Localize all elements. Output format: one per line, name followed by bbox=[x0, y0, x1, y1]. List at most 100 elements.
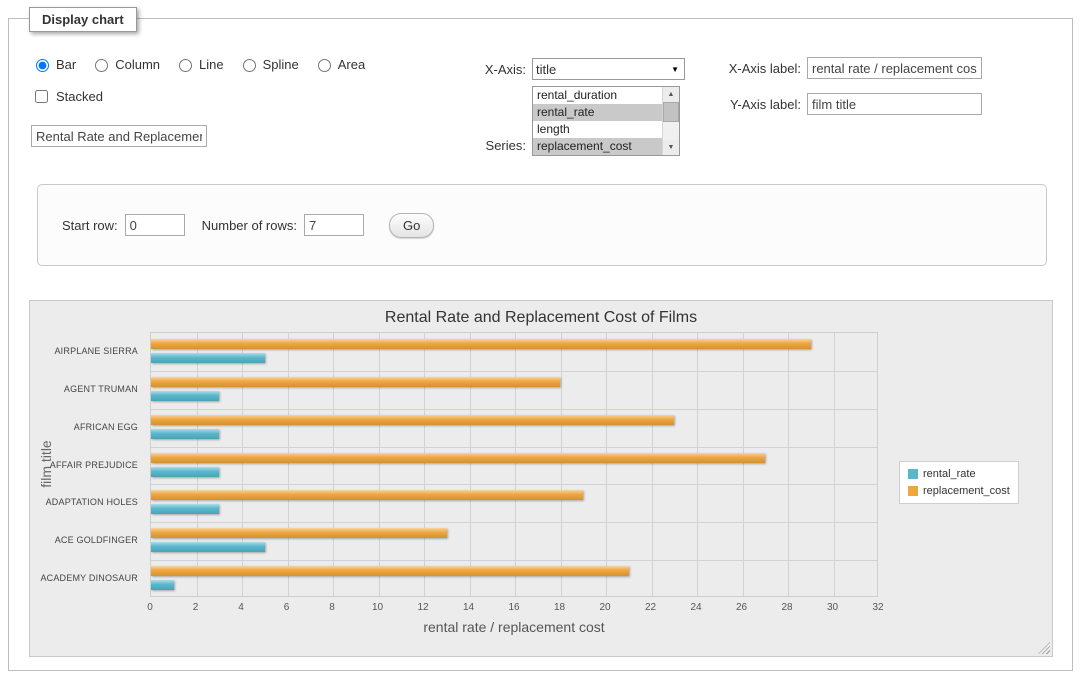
series-listbox[interactable]: rental_durationrental_ratelengthreplacem… bbox=[532, 86, 680, 156]
chart-type-option-label: Bar bbox=[56, 57, 76, 72]
y-axis-label-input[interactable] bbox=[807, 93, 982, 115]
legend-swatch-icon bbox=[908, 486, 918, 496]
scrollbar-track bbox=[663, 122, 679, 140]
category-label: ADAPTATION HOLES bbox=[30, 497, 138, 507]
category-label: ACADEMY DINOSAUR bbox=[30, 573, 138, 583]
go-button[interactable]: Go bbox=[389, 213, 434, 238]
rows-panel: Start row: Number of rows: Go bbox=[37, 184, 1047, 266]
gridline bbox=[652, 333, 653, 596]
series-field-label: Series: bbox=[464, 138, 526, 156]
chart-legend: rental_rate replacement_cost bbox=[899, 461, 1019, 504]
bar-replacement_cost-2 bbox=[151, 415, 674, 425]
gridline bbox=[151, 447, 877, 448]
stacked-checkbox[interactable] bbox=[35, 90, 48, 103]
series-listbox-scrollbar[interactable]: ▲ ▼ bbox=[662, 87, 679, 155]
gridline bbox=[242, 333, 243, 596]
category-label: ACE GOLDFINGER bbox=[30, 535, 138, 545]
x-tick-label: 22 bbox=[636, 602, 666, 613]
x-tick-label: 10 bbox=[363, 602, 393, 613]
chart-type-option-spline[interactable]: Spline bbox=[238, 56, 299, 72]
chart-type-radio-group: Bar Column Line Spline Area bbox=[31, 56, 365, 72]
x-tick-label: 2 bbox=[181, 602, 211, 613]
bar-rental_rate-3 bbox=[151, 467, 219, 477]
chart-title-input[interactable] bbox=[31, 125, 207, 147]
gridline bbox=[151, 371, 877, 372]
chart-type-radio-bar[interactable] bbox=[36, 59, 49, 72]
x-axis-label-input[interactable] bbox=[807, 57, 982, 79]
category-label: AIRPLANE SIERRA bbox=[30, 346, 138, 356]
x-tick-label: 28 bbox=[772, 602, 802, 613]
display-chart-panel: Display chart BarColumnLineSplineArea St… bbox=[8, 18, 1073, 671]
series-option-rental_duration[interactable]: rental_duration bbox=[533, 87, 662, 104]
chart-type-radio-spline[interactable] bbox=[243, 59, 256, 72]
x-tick-label: 26 bbox=[727, 602, 757, 613]
legend-label: replacement_cost bbox=[923, 485, 1010, 497]
x-axis-select[interactable]: title bbox=[532, 58, 685, 80]
gridline bbox=[788, 333, 789, 596]
chart-type-option-bar[interactable]: Bar bbox=[31, 56, 76, 72]
number-of-rows-label: Number of rows: bbox=[202, 218, 297, 233]
chart-type-option-column[interactable]: Column bbox=[90, 56, 160, 72]
chart-type-radio-area[interactable] bbox=[318, 59, 331, 72]
chart-type-option-area[interactable]: Area bbox=[313, 56, 365, 72]
stacked-checkbox-row[interactable]: Stacked bbox=[31, 87, 103, 106]
x-tick-label: 4 bbox=[226, 602, 256, 613]
legend-item-rental_rate[interactable]: rental_rate bbox=[908, 468, 1010, 480]
bar-replacement_cost-4 bbox=[151, 490, 583, 500]
gridline bbox=[606, 333, 607, 596]
gridline bbox=[470, 333, 471, 596]
chart-container: Rental Rate and Replacement Cost of Film… bbox=[29, 300, 1053, 657]
x-tick-label: 6 bbox=[272, 602, 302, 613]
gridline bbox=[561, 333, 562, 596]
number-of-rows-input[interactable] bbox=[304, 214, 364, 236]
x-tick-label: 24 bbox=[681, 602, 711, 613]
x-tick-label: 14 bbox=[454, 602, 484, 613]
x-axis-select-wrap: title ▼ bbox=[532, 58, 685, 80]
scrollbar-thumb[interactable] bbox=[663, 102, 679, 122]
x-axis-field: X-Axis: title ▼ bbox=[464, 58, 685, 80]
scroll-down-icon[interactable]: ▼ bbox=[663, 140, 679, 155]
gridline bbox=[697, 333, 698, 596]
gridline bbox=[151, 522, 877, 523]
x-axis-field-label: X-Axis: bbox=[464, 62, 526, 77]
bar-replacement_cost-0 bbox=[151, 339, 811, 349]
y-axis-label-field-label: Y-Axis label: bbox=[723, 97, 801, 112]
bar-rental_rate-6 bbox=[151, 580, 174, 590]
chart-type-option-line[interactable]: Line bbox=[174, 56, 224, 72]
gridline bbox=[288, 333, 289, 596]
plot-area bbox=[150, 332, 878, 597]
chart-type-option-label: Spline bbox=[263, 57, 299, 72]
bar-replacement_cost-3 bbox=[151, 453, 765, 463]
series-option-replacement_cost[interactable]: replacement_cost bbox=[533, 138, 662, 155]
y-axis-label-field: Y-Axis label: bbox=[723, 93, 982, 115]
x-tick-label: 32 bbox=[863, 602, 893, 613]
gridline bbox=[151, 409, 877, 410]
gridline bbox=[151, 484, 877, 485]
category-label: AGENT TRUMAN bbox=[30, 384, 138, 394]
x-tick-label: 18 bbox=[545, 602, 575, 613]
chart-resize-handle[interactable] bbox=[1038, 642, 1050, 654]
bar-rental_rate-0 bbox=[151, 353, 265, 363]
series-field: Series: rental_durationrental_ratelength… bbox=[464, 86, 680, 156]
legend-swatch-icon bbox=[908, 469, 918, 479]
chart-type-radio-column[interactable] bbox=[95, 59, 108, 72]
chart-type-option-label: Column bbox=[115, 57, 160, 72]
x-tick-label: 20 bbox=[590, 602, 620, 613]
series-option-length[interactable]: length bbox=[533, 121, 662, 138]
x-tick-label: 12 bbox=[408, 602, 438, 613]
category-label: AFFAIR PREJUDICE bbox=[30, 460, 138, 470]
chart-type-radio-line[interactable] bbox=[179, 59, 192, 72]
x-tick-label: 16 bbox=[499, 602, 529, 613]
scroll-up-icon[interactable]: ▲ bbox=[663, 87, 679, 102]
x-axis-label-field: X-Axis label: bbox=[723, 57, 982, 79]
x-axis-title: rental rate / replacement cost bbox=[150, 619, 878, 635]
start-row-input[interactable] bbox=[125, 214, 185, 236]
gridline bbox=[379, 333, 380, 596]
bar-replacement_cost-6 bbox=[151, 566, 629, 576]
bar-replacement_cost-5 bbox=[151, 528, 447, 538]
x-tick-label: 30 bbox=[818, 602, 848, 613]
series-option-rental_rate[interactable]: rental_rate bbox=[533, 104, 662, 121]
chart-title: Rental Rate and Replacement Cost of Film… bbox=[30, 309, 1052, 327]
chart-type-option-label: Area bbox=[338, 57, 365, 72]
legend-item-replacement_cost[interactable]: replacement_cost bbox=[908, 485, 1010, 497]
